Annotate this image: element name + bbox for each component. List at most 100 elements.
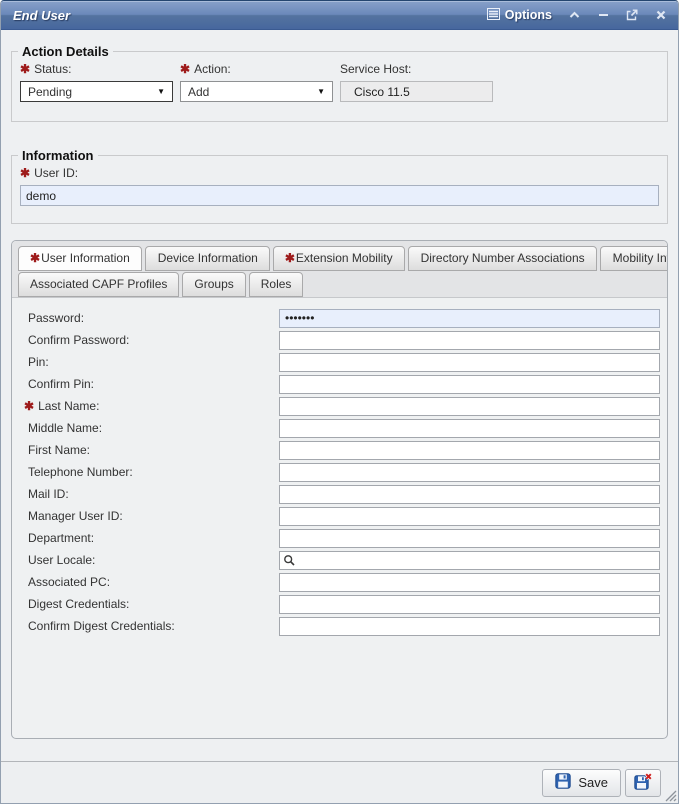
tab-directory-number-associations[interactable]: Directory Number Associations — [408, 246, 597, 271]
confirm-digest-credentials-input[interactable] — [279, 617, 660, 636]
minimize-button[interactable] — [596, 8, 610, 22]
form-row: Mail ID: — [24, 483, 660, 505]
search-icon[interactable] — [283, 554, 296, 567]
external-link-icon — [626, 9, 638, 21]
titlebar: End User Options — [1, 1, 678, 30]
footer-toolbar: Save — [1, 761, 678, 803]
collapse-button[interactable] — [567, 8, 581, 22]
action-select[interactable]: Add ▼ — [180, 81, 333, 102]
form-row: Confirm Pin: — [24, 373, 660, 395]
middle-name-label: Middle Name: — [24, 421, 279, 435]
tab-associated-capf-profiles[interactable]: Associated CAPF Profiles — [18, 272, 179, 297]
pin-label: Pin: — [24, 355, 279, 369]
minus-icon — [598, 10, 609, 20]
mail-id-label: Mail ID: — [24, 487, 279, 501]
save-button[interactable]: Save — [542, 769, 621, 797]
resize-grip[interactable] — [663, 788, 677, 802]
confirm-password-label: Confirm Password: — [24, 333, 279, 347]
service-host-field-group: Service Host: Cisco 11.5 — [340, 61, 493, 102]
status-label: ✱Status: — [20, 62, 173, 76]
required-asterisk: ✱ — [24, 399, 34, 413]
service-host-value: Cisco 11.5 — [354, 85, 410, 99]
tab-extension-mobility[interactable]: ✱Extension Mobility — [273, 246, 405, 271]
status-select[interactable]: Pending ▼ — [20, 81, 173, 102]
required-asterisk: ✱ — [30, 251, 40, 265]
form-row: Manager User ID: — [24, 505, 660, 527]
dropdown-caret-icon: ▼ — [157, 88, 165, 96]
form-row: Confirm Password: — [24, 329, 660, 351]
tab-mobility-information[interactable]: Mobility Information — [600, 246, 668, 271]
user-locale-label: User Locale: — [24, 553, 279, 567]
action-field-group: ✱Action: Add ▼ — [180, 61, 333, 102]
department-label: Department: — [24, 531, 279, 545]
action-label: ✱Action: — [180, 62, 333, 76]
last-name-label: ✱Last Name: — [24, 399, 279, 413]
required-asterisk: ✱ — [20, 166, 30, 180]
status-select-value: Pending — [28, 85, 72, 99]
digest-credentials-label: Digest Credentials: — [24, 597, 279, 611]
information-legend: Information — [18, 148, 98, 163]
user-id-label: ✱User ID: — [20, 166, 659, 180]
information-section: Information ✱User ID: — [11, 148, 668, 224]
options-list-icon — [487, 8, 500, 23]
close-button[interactable] — [654, 8, 668, 22]
required-asterisk: ✱ — [285, 251, 295, 265]
tab-roles[interactable]: Roles — [249, 272, 304, 297]
options-label: Options — [505, 8, 552, 22]
dropdown-caret-icon: ▼ — [317, 88, 325, 96]
required-asterisk: ✱ — [180, 62, 190, 76]
first-name-input[interactable] — [279, 441, 660, 460]
password-label: Password: — [24, 311, 279, 325]
form-row: Associated PC: — [24, 571, 660, 593]
save-close-floppy-icon — [634, 773, 652, 793]
tab-panel: ✱User Information Device Information ✱Ex… — [11, 240, 668, 739]
tab-user-information[interactable]: ✱User Information — [18, 246, 142, 271]
confirm-digest-credentials-label: Confirm Digest Credentials: — [24, 619, 279, 633]
associated-pc-label: Associated PC: — [24, 575, 279, 589]
manager-user-id-label: Manager User ID: — [24, 509, 279, 523]
form-row: User Locale: — [24, 549, 660, 571]
tab-strip: ✱User Information Device Information ✱Ex… — [12, 241, 667, 298]
middle-name-input[interactable] — [279, 419, 660, 438]
last-name-input[interactable] — [279, 397, 660, 416]
options-button[interactable]: Options — [487, 8, 552, 23]
mail-id-input[interactable] — [279, 485, 660, 504]
form-row: Pin: — [24, 351, 660, 373]
action-details-section: Action Details ✱Status: Pending ▼ ✱Actio… — [11, 44, 668, 122]
form-row: ✱Last Name: — [24, 395, 660, 417]
telephone-number-input[interactable] — [279, 463, 660, 482]
close-icon — [656, 10, 666, 20]
form-row: Middle Name: — [24, 417, 660, 439]
tab-groups[interactable]: Groups — [182, 272, 245, 297]
password-input[interactable] — [279, 309, 660, 328]
service-host-field: Cisco 11.5 — [340, 81, 493, 102]
confirm-pin-label: Confirm Pin: — [24, 377, 279, 391]
tab-device-information[interactable]: Device Information — [145, 246, 270, 271]
window-title: End User — [13, 8, 70, 23]
titlebar-controls: Options — [487, 8, 668, 23]
popout-button[interactable] — [625, 8, 639, 22]
confirm-password-input[interactable] — [279, 331, 660, 350]
end-user-window: End User Options — [0, 0, 679, 804]
user-locale-input[interactable] — [279, 551, 660, 570]
form-row: Department: — [24, 527, 660, 549]
status-field-group: ✱Status: Pending ▼ — [20, 61, 173, 102]
action-select-value: Add — [188, 85, 209, 99]
telephone-number-label: Telephone Number: — [24, 465, 279, 479]
associated-pc-input[interactable] — [279, 573, 660, 592]
window-body: Action Details ✱Status: Pending ▼ ✱Actio… — [1, 44, 678, 739]
form-row: Digest Credentials: — [24, 593, 660, 615]
chevron-up-icon — [569, 11, 580, 19]
save-button-label: Save — [578, 775, 608, 790]
confirm-pin-input[interactable] — [279, 375, 660, 394]
department-input[interactable] — [279, 529, 660, 548]
digest-credentials-input[interactable] — [279, 595, 660, 614]
form-row: Telephone Number: — [24, 461, 660, 483]
user-id-input[interactable] — [20, 185, 659, 206]
form-row: Confirm Digest Credentials: — [24, 615, 660, 637]
pin-input[interactable] — [279, 353, 660, 372]
save-floppy-icon — [555, 773, 571, 792]
manager-user-id-input[interactable] — [279, 507, 660, 526]
form-row: Password: — [24, 307, 660, 329]
save-close-button[interactable] — [625, 769, 661, 797]
